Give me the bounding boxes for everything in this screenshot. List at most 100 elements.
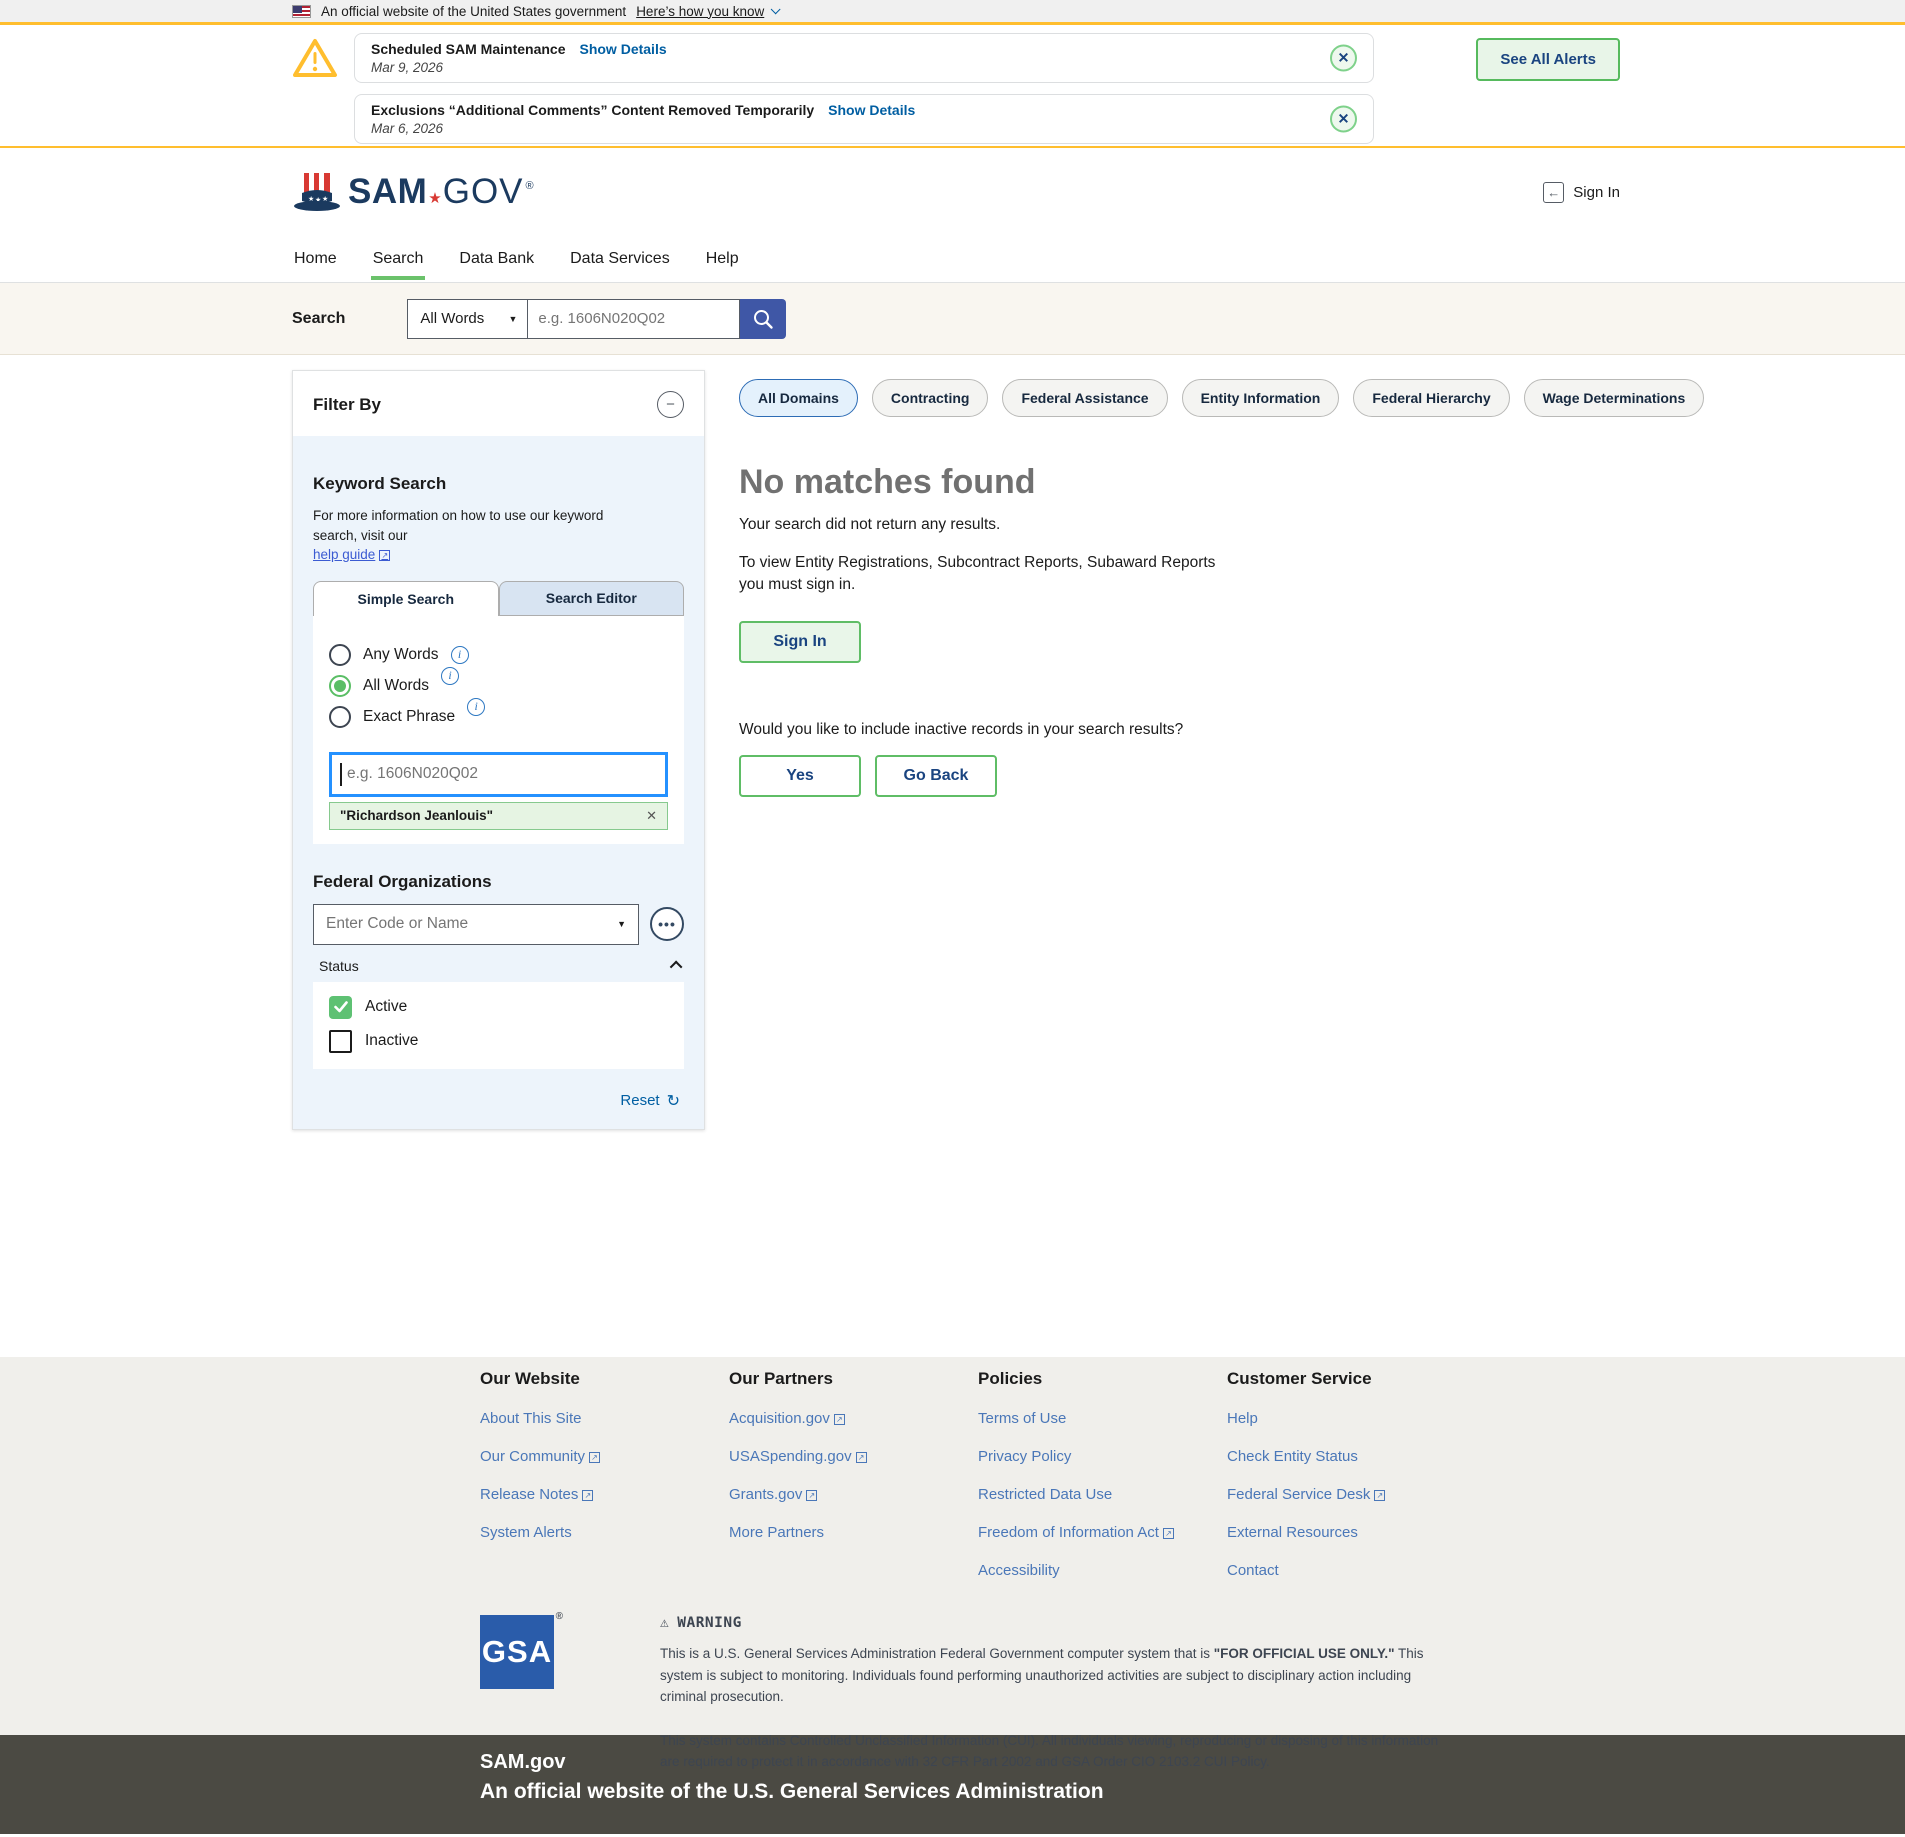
search-mode-select[interactable]: All Words ▼	[407, 299, 528, 339]
nav-item-home[interactable]: Home	[292, 239, 339, 279]
chip-remove-icon[interactable]: ✕	[646, 808, 657, 824]
search-button[interactable]	[740, 299, 786, 339]
footer-column-our-website: Our Website About This Site Our Communit…	[480, 1369, 729, 1579]
reset-filters-link[interactable]: Reset	[620, 1092, 659, 1109]
footer-link-release-notes[interactable]: Release Notes↗	[480, 1486, 729, 1503]
chevron-up-icon	[670, 961, 683, 974]
warning-paragraph-2: This system contains Controlled Unclassi…	[660, 1730, 1460, 1773]
check-icon	[334, 1001, 348, 1013]
nav-item-data-services[interactable]: Data Services	[568, 239, 672, 279]
show-details-link[interactable]: Show Details	[579, 41, 666, 57]
sam-gov-logo[interactable]: ★ ★ ★ SAM ★ GOV ®	[292, 169, 534, 215]
footer-link-check-entity-status[interactable]: Check Entity Status	[1227, 1448, 1476, 1465]
see-all-alerts-button[interactable]: See All Alerts	[1476, 38, 1620, 81]
footer-heading: Customer Service	[1227, 1369, 1476, 1389]
external-link-icon: ↗	[589, 1452, 600, 1463]
show-details-link[interactable]: Show Details	[828, 102, 915, 118]
federal-organizations-heading: Federal Organizations	[313, 872, 684, 892]
magnifier-icon	[752, 308, 774, 330]
page-footer: Our Website About This Site Our Communit…	[0, 1357, 1905, 1735]
domain-tab-wage-determinations[interactable]: Wage Determinations	[1524, 379, 1705, 417]
radio-any-words-label: Any Words	[363, 646, 439, 664]
caret-down-icon: ▼	[508, 314, 517, 324]
yes-button[interactable]: Yes	[739, 755, 861, 797]
results-area: All Domains Contracting Federal Assistan…	[739, 370, 1599, 797]
info-icon[interactable]: i	[441, 667, 459, 685]
radio-all-words[interactable]	[329, 675, 351, 697]
registered-mark: ®	[556, 1611, 564, 1622]
checkbox-inactive[interactable]	[329, 1030, 352, 1053]
footer-link-restricted-data-use[interactable]: Restricted Data Use	[978, 1486, 1227, 1503]
nav-item-data-bank[interactable]: Data Bank	[457, 239, 536, 279]
footer-heading: Our Partners	[729, 1369, 978, 1389]
caret-down-icon: ▼	[617, 919, 626, 929]
footer-link-federal-service-desk[interactable]: Federal Service Desk↗	[1227, 1486, 1476, 1503]
tab-search-editor[interactable]: Search Editor	[499, 581, 685, 616]
footer-link-external-resources[interactable]: External Resources	[1227, 1524, 1476, 1541]
warning-block: ⚠ WARNING This is a U.S. General Service…	[660, 1615, 1460, 1773]
reset-icon[interactable]: ↻	[667, 1091, 680, 1111]
collapse-filters-button[interactable]: −	[657, 391, 684, 418]
checkbox-active[interactable]	[329, 996, 352, 1019]
footer-link-help[interactable]: Help	[1227, 1410, 1476, 1427]
footer-link-acquisition-gov[interactable]: Acquisition.gov↗	[729, 1410, 978, 1427]
how-you-know-link[interactable]: Here’s how you know	[636, 4, 764, 19]
domain-tab-federal-assistance[interactable]: Federal Assistance	[1002, 379, 1167, 417]
no-results-message: Your search did not return any results.	[739, 516, 1599, 534]
footer-link-foia[interactable]: Freedom of Information Act↗	[978, 1524, 1227, 1541]
logo-sam-text: SAM	[348, 172, 427, 212]
search-input[interactable]	[528, 299, 740, 339]
domain-tab-entity-information[interactable]: Entity Information	[1182, 379, 1340, 417]
include-inactive-question: Would you like to include inactive recor…	[739, 721, 1599, 739]
go-back-button[interactable]: Go Back	[875, 755, 997, 797]
close-icon[interactable]: ✕	[1330, 45, 1357, 72]
warning-heading: WARNING	[677, 1615, 742, 1631]
status-label: Status	[319, 958, 359, 974]
info-icon[interactable]: i	[451, 646, 469, 664]
domain-tab-all-domains[interactable]: All Domains	[739, 379, 858, 417]
nav-item-search[interactable]: Search	[371, 239, 426, 279]
federal-org-select[interactable]: Enter Code or Name ▼	[313, 904, 639, 945]
nav-item-help[interactable]: Help	[704, 239, 741, 279]
search-band: Search All Words ▼	[0, 283, 1905, 355]
uncle-sam-hat-icon: ★ ★ ★	[292, 169, 342, 215]
domain-tabs: All Domains Contracting Federal Assistan…	[739, 379, 1599, 417]
federal-org-more-button[interactable]: •••	[650, 907, 684, 941]
filter-panel: Filter By − Keyword Search For more info…	[292, 370, 705, 1130]
footer-link-about-this-site[interactable]: About This Site	[480, 1410, 729, 1427]
status-toggle[interactable]: Status	[313, 958, 684, 974]
tab-simple-search[interactable]: Simple Search	[313, 581, 499, 616]
footer-heading: Policies	[978, 1369, 1227, 1389]
alert-list: Scheduled SAM Maintenance Show Details M…	[354, 33, 1374, 144]
footer-link-grants-gov[interactable]: Grants.gov↗	[729, 1486, 978, 1503]
sign-in-link[interactable]: ← Sign In	[1543, 182, 1620, 203]
alert-item: Exclusions “Additional Comments” Content…	[354, 94, 1374, 144]
info-icon[interactable]: i	[467, 698, 485, 716]
footer-link-contact[interactable]: Contact	[1227, 1562, 1476, 1579]
search-mode-value: All Words	[420, 310, 484, 327]
sign-in-required-message: To view Entity Registrations, Subcontrac…	[739, 552, 1244, 597]
domain-tab-federal-hierarchy[interactable]: Federal Hierarchy	[1353, 379, 1509, 417]
warning-paragraph-1: This is a U.S. General Services Administ…	[660, 1643, 1460, 1708]
close-icon[interactable]: ✕	[1330, 106, 1357, 133]
footer-link-usaspending-gov[interactable]: USASpending.gov↗	[729, 1448, 978, 1465]
footer-link-system-alerts[interactable]: System Alerts	[480, 1524, 729, 1541]
footer-link-our-community[interactable]: Our Community↗	[480, 1448, 729, 1465]
footer-link-terms-of-use[interactable]: Terms of Use	[978, 1410, 1227, 1427]
external-link-icon: ↗	[834, 1414, 845, 1425]
radio-any-words[interactable]	[329, 644, 351, 666]
status-options: Active Inactive	[313, 982, 684, 1069]
footer-link-more-partners[interactable]: More Partners	[729, 1524, 978, 1541]
radio-exact-phrase[interactable]	[329, 706, 351, 728]
alert-warning-icon	[292, 33, 338, 84]
keyword-input[interactable]	[329, 752, 668, 797]
domain-tab-contracting[interactable]: Contracting	[872, 379, 989, 417]
footer-link-accessibility[interactable]: Accessibility	[978, 1562, 1227, 1579]
footer-column-our-partners: Our Partners Acquisition.gov↗ USASpendin…	[729, 1369, 978, 1579]
help-guide-link[interactable]: help guide	[313, 547, 375, 562]
content-area: Filter By − Keyword Search For more info…	[0, 355, 1905, 1357]
search-label: Search	[292, 310, 345, 328]
keyword-info-text: For more information on how to use our k…	[313, 508, 603, 543]
footer-link-privacy-policy[interactable]: Privacy Policy	[978, 1448, 1227, 1465]
results-sign-in-button[interactable]: Sign In	[739, 621, 861, 663]
